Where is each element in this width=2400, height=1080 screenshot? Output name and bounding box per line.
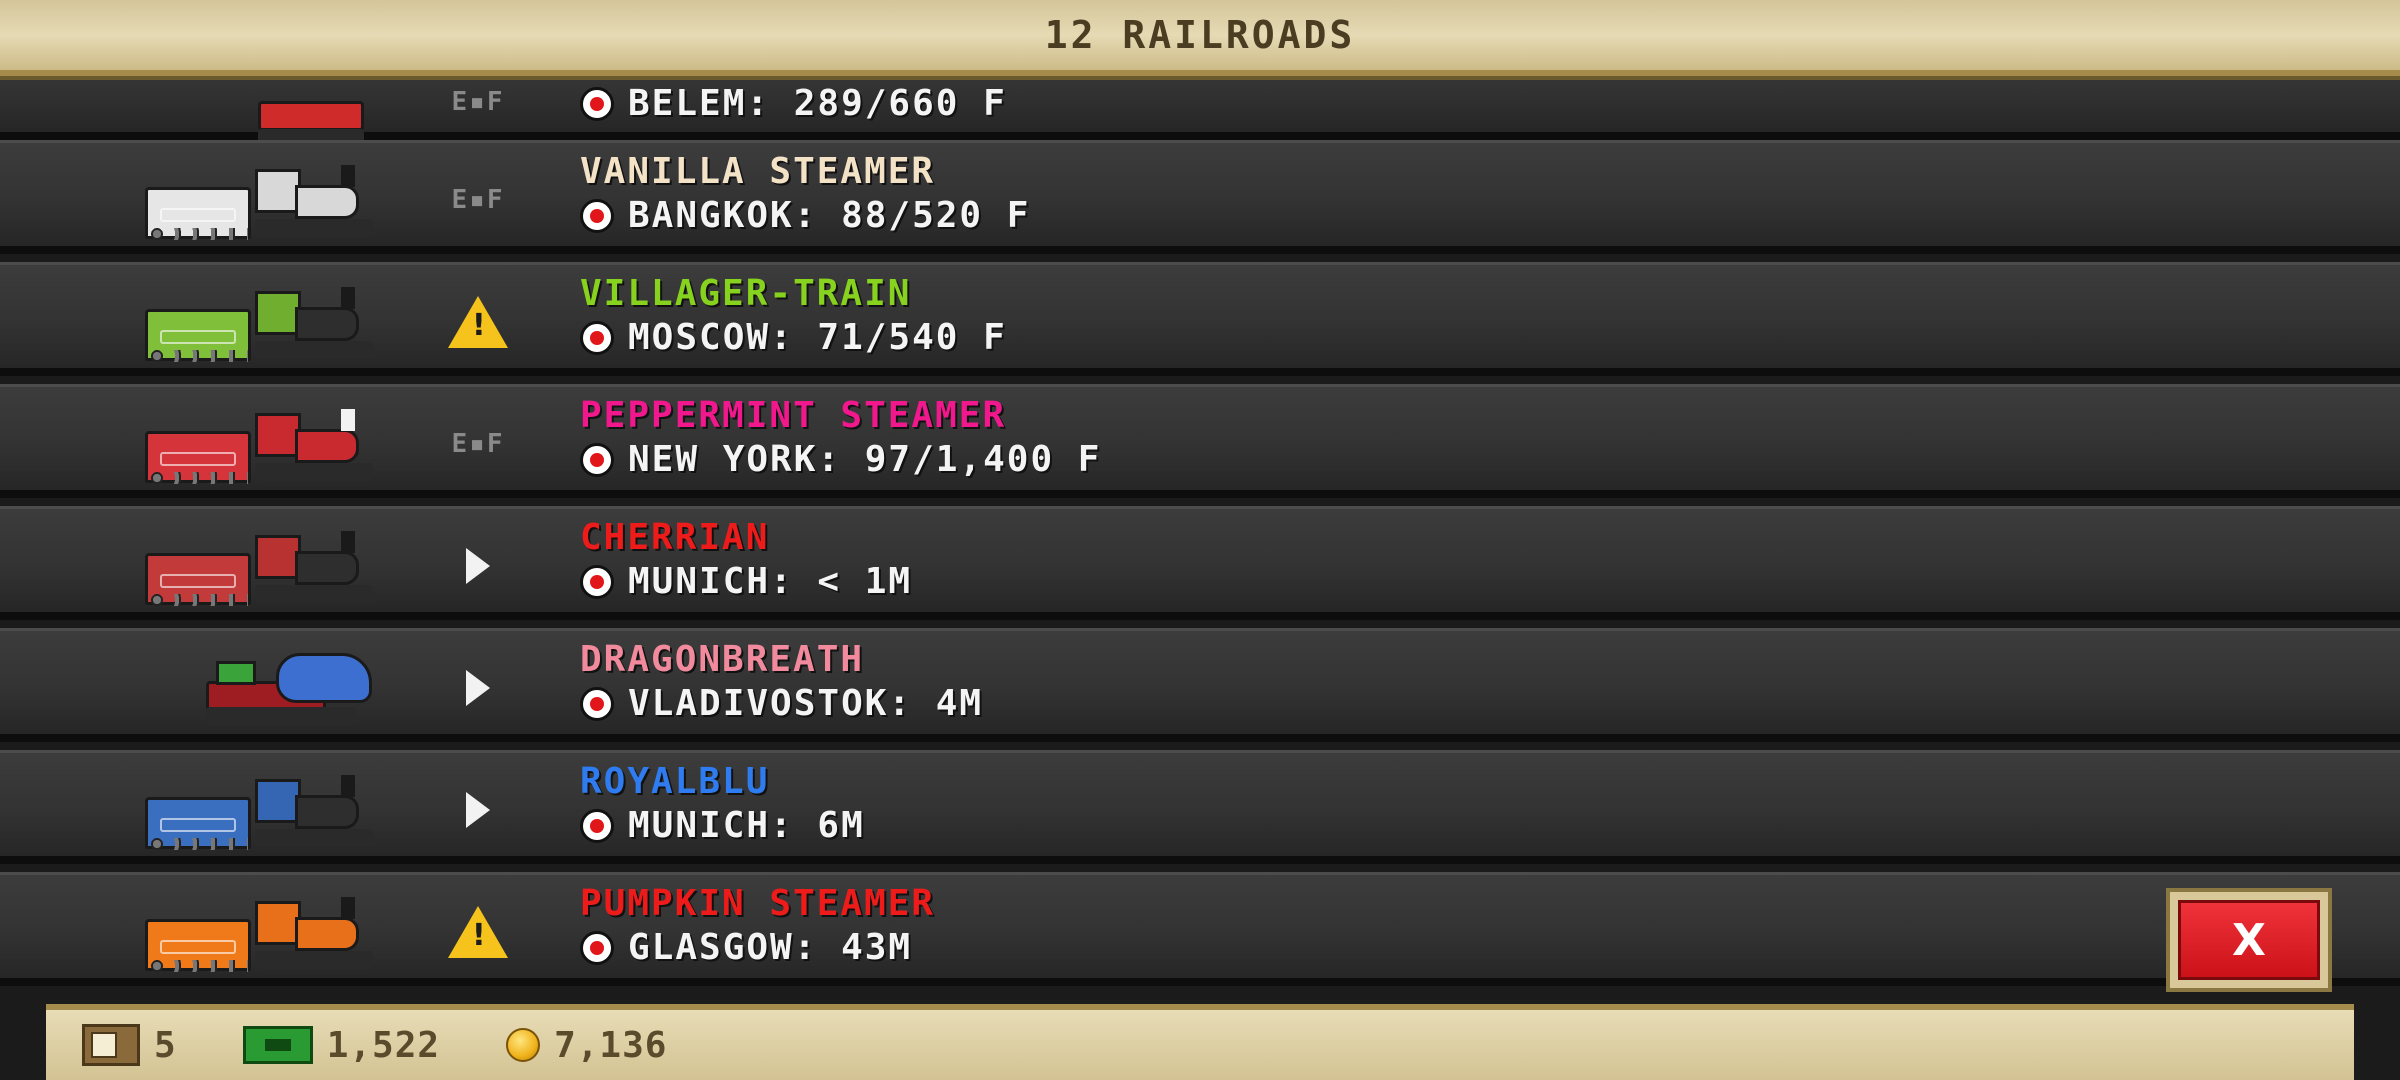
tickets-value: 5 [154, 1024, 177, 1066]
train-sprite [145, 287, 373, 362]
destination-marker-icon [580, 442, 614, 477]
destination-marker-icon [580, 564, 614, 599]
coins-value: 7,136 [554, 1024, 668, 1066]
destination-text: BELEM: 289/660 F [628, 83, 1007, 124]
train-name: VANILLA STEAMER [580, 151, 936, 192]
train-list: E▪F BELEM: 289/660 F E▪F VANILLA STEAMER… [0, 0, 2400, 1000]
tickets-stat: 5 [82, 1024, 177, 1066]
destination: NEW YORK: 97/1,400 F [580, 439, 1101, 480]
train-sprite [258, 73, 368, 147]
destination: MUNICH: < 1M [580, 561, 912, 602]
resource-bar: 5 1,522 7,136 [46, 1004, 2354, 1080]
train-name: VILLAGER-TRAIN [580, 273, 912, 314]
coin-icon [506, 1028, 541, 1062]
destination: MOSCOW: 71/540 F [580, 317, 1007, 358]
cash-icon [242, 1026, 313, 1064]
destination-marker-icon [580, 198, 614, 233]
train-row[interactable]: E▪F PEPPERMINT STEAMER NEW YORK: 97/1,40… [0, 384, 2400, 498]
warning-icon[interactable]: ! [446, 906, 510, 958]
destination-marker-icon [580, 808, 614, 843]
fuel-gauge-icon: E▪F [451, 429, 505, 459]
destination: BELEM: 289/660 F [580, 83, 1007, 124]
destination-text: NEW YORK: 97/1,400 F [628, 439, 1102, 480]
cash-stat: 1,522 [242, 1024, 441, 1066]
destination-text: MOSCOW: 71/540 F [628, 317, 1007, 358]
play-icon[interactable] [446, 785, 510, 835]
destination-text: GLASGOW: 43M [628, 927, 913, 968]
destination-text: BANGKOK: 88/520 F [628, 195, 1031, 236]
header-bar: 12 RAILROADS [0, 0, 2400, 76]
train-sprite [206, 653, 374, 727]
train-sprite [145, 531, 373, 606]
train-sprite [145, 165, 373, 240]
destination-text: MUNICH: 6M [628, 805, 865, 846]
destination: VLADIVOSTOK: 4M [580, 683, 983, 724]
destination-marker-icon [580, 86, 614, 121]
destination: MUNICH: 6M [580, 805, 865, 846]
train-name: PUMPKIN STEAMER [580, 883, 936, 924]
train-row[interactable]: ROYALBLU MUNICH: 6M [0, 750, 2400, 864]
train-sprite [145, 409, 373, 484]
ticket-icon [82, 1024, 140, 1066]
close-icon: X [2232, 914, 2266, 966]
train-row[interactable]: DRAGONBREATH VLADIVOSTOK: 4M [0, 628, 2400, 742]
page-title: 12 RAILROADS [1044, 13, 1356, 57]
destination: GLASGOW: 43M [580, 927, 912, 968]
train-name: CHERRIAN [580, 517, 770, 558]
fuel-gauge-icon: E▪F [451, 185, 505, 215]
destination-marker-icon [580, 930, 614, 965]
train-sprite [145, 897, 373, 972]
train-name: ROYALBLU [580, 761, 770, 802]
train-name: PEPPERMINT STEAMER [580, 395, 1007, 436]
train-row[interactable]: ! PUMPKIN STEAMER GLASGOW: 43M [0, 872, 2400, 986]
train-sprite [145, 775, 373, 850]
fuel-gauge-icon: E▪F [451, 87, 505, 117]
destination-text: MUNICH: < 1M [628, 561, 913, 602]
warning-icon[interactable]: ! [446, 296, 510, 348]
close-button[interactable]: X [2166, 888, 2332, 992]
destination-text: VLADIVOSTOK: 4M [628, 683, 984, 724]
destination: BANGKOK: 88/520 F [580, 195, 1030, 236]
train-name: DRAGONBREATH [580, 639, 865, 680]
cash-value: 1,522 [326, 1024, 441, 1066]
destination-marker-icon [580, 320, 614, 355]
destination-marker-icon [580, 686, 614, 721]
coins-stat: 7,136 [506, 1025, 667, 1066]
train-row[interactable]: ! VILLAGER-TRAIN MOSCOW: 71/540 F [0, 262, 2400, 376]
train-row[interactable]: E▪F VANILLA STEAMER BANGKOK: 88/520 F [0, 140, 2400, 254]
play-icon[interactable] [446, 663, 510, 713]
train-row[interactable]: CHERRIAN MUNICH: < 1M [0, 506, 2400, 620]
play-icon[interactable] [446, 541, 510, 591]
